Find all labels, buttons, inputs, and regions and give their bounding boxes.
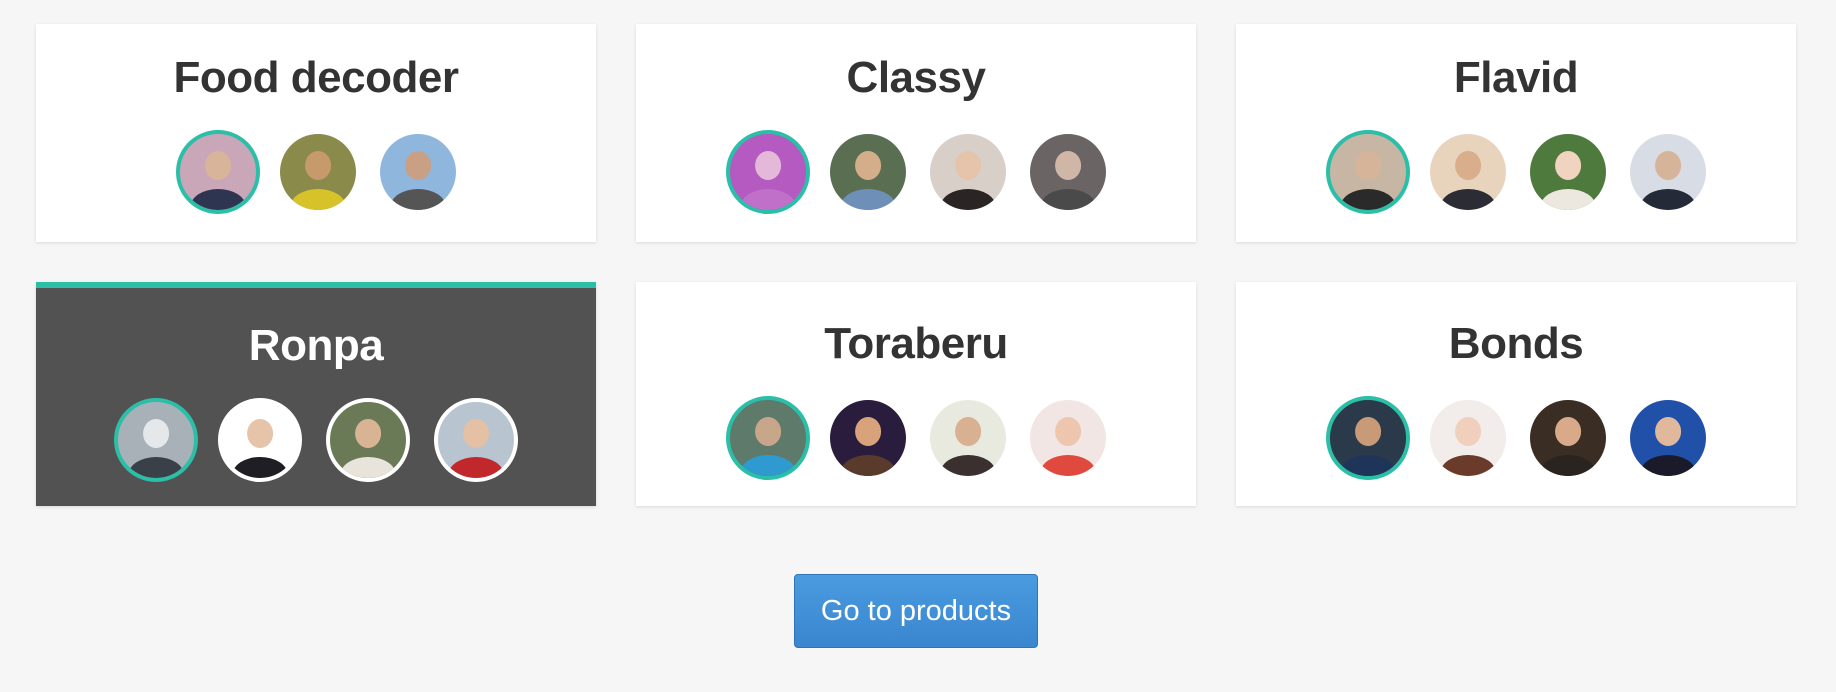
avatar-body-shape <box>1640 188 1696 210</box>
avatar-head-shape <box>1355 416 1381 446</box>
avatar-body-shape <box>1040 454 1096 476</box>
avatar-head-shape <box>305 150 331 180</box>
team-members <box>726 130 1106 214</box>
avatar-head-shape <box>855 150 881 180</box>
team-lead-avatar[interactable] <box>176 130 260 214</box>
avatar-body-shape <box>390 188 446 210</box>
avatar-body-shape <box>1040 188 1096 210</box>
team-lead-avatar[interactable] <box>114 398 198 482</box>
team-card[interactable]: Food decoder <box>36 24 596 242</box>
team-members <box>114 398 518 482</box>
avatar-head-shape <box>1055 416 1081 446</box>
team-lead-avatar[interactable] <box>726 130 810 214</box>
avatar-body-shape <box>840 454 896 476</box>
avatar-head-shape <box>1055 150 1081 180</box>
avatar-head-shape <box>1355 150 1381 180</box>
member-avatar[interactable] <box>930 400 1006 476</box>
avatar-body-shape <box>1440 454 1496 476</box>
avatar-body-shape <box>128 456 184 478</box>
avatar-body-shape <box>940 454 996 476</box>
avatar-body-shape <box>1640 454 1696 476</box>
member-avatar[interactable] <box>1430 134 1506 210</box>
avatar-body-shape <box>1540 188 1596 210</box>
avatar-body-shape <box>840 188 896 210</box>
member-avatar[interactable] <box>280 134 356 210</box>
go-to-products-button[interactable]: Go to products <box>794 574 1038 648</box>
team-members <box>726 396 1106 480</box>
avatar-body-shape <box>448 456 504 478</box>
avatar-head-shape <box>1655 150 1681 180</box>
avatar-head-shape <box>755 150 781 180</box>
avatar-head-shape <box>355 418 381 448</box>
avatar-body-shape <box>290 188 346 210</box>
avatar-head-shape <box>143 418 169 448</box>
avatar-body-shape <box>740 454 796 476</box>
team-name: Ronpa <box>248 321 384 370</box>
avatar-body-shape <box>1540 454 1596 476</box>
member-avatar[interactable] <box>218 398 302 482</box>
avatar-head-shape <box>1655 416 1681 446</box>
member-avatar[interactable] <box>830 134 906 210</box>
avatar-head-shape <box>955 150 981 180</box>
team-card[interactable]: Flavid <box>1236 24 1796 242</box>
team-name: Classy <box>846 53 986 102</box>
member-avatar[interactable] <box>830 400 906 476</box>
avatar-body-shape <box>1340 454 1396 476</box>
team-members <box>176 130 456 214</box>
button-wrap: Go to products <box>0 574 1836 648</box>
team-name: Flavid <box>1453 53 1579 102</box>
member-avatar[interactable] <box>1430 400 1506 476</box>
member-avatar[interactable] <box>930 134 1006 210</box>
avatar-head-shape <box>1555 416 1581 446</box>
avatar-body-shape <box>232 456 288 478</box>
avatar-head-shape <box>463 418 489 448</box>
team-card[interactable]: Ronpa <box>36 282 596 506</box>
team-members <box>1326 396 1706 480</box>
avatar-head-shape <box>855 416 881 446</box>
team-name: Bonds <box>1448 319 1584 368</box>
avatar-head-shape <box>755 416 781 446</box>
avatar-body-shape <box>740 188 796 210</box>
team-lead-avatar[interactable] <box>1326 130 1410 214</box>
team-members <box>1326 130 1706 214</box>
team-grid: Food decoder Classy Flavid Ronpa Toraberu Bon… <box>36 24 1796 506</box>
member-avatar[interactable] <box>1030 400 1106 476</box>
avatar-body-shape <box>340 456 396 478</box>
avatar-head-shape <box>205 150 231 180</box>
avatar-head-shape <box>1555 150 1581 180</box>
member-avatar[interactable] <box>1530 134 1606 210</box>
team-card[interactable]: Toraberu <box>636 282 1196 506</box>
member-avatar[interactable] <box>1530 400 1606 476</box>
avatar-body-shape <box>940 188 996 210</box>
avatar-body-shape <box>190 188 246 210</box>
avatar-head-shape <box>1455 150 1481 180</box>
member-avatar[interactable] <box>1630 134 1706 210</box>
member-avatar[interactable] <box>434 398 518 482</box>
member-avatar[interactable] <box>380 134 456 210</box>
avatar-body-shape <box>1340 188 1396 210</box>
team-card[interactable]: Classy <box>636 24 1196 242</box>
page: Food decoder Classy Flavid Ronpa Toraberu Bon… <box>0 0 1836 692</box>
member-avatar[interactable] <box>326 398 410 482</box>
team-name: Food decoder <box>173 53 459 102</box>
team-lead-avatar[interactable] <box>1326 396 1410 480</box>
avatar-head-shape <box>955 416 981 446</box>
avatar-head-shape <box>247 418 273 448</box>
team-card[interactable]: Bonds <box>1236 282 1796 506</box>
member-avatar[interactable] <box>1630 400 1706 476</box>
team-lead-avatar[interactable] <box>726 396 810 480</box>
avatar-head-shape <box>1455 416 1481 446</box>
avatar-head-shape <box>405 150 431 180</box>
team-name: Toraberu <box>824 319 1008 368</box>
avatar-body-shape <box>1440 188 1496 210</box>
member-avatar[interactable] <box>1030 134 1106 210</box>
